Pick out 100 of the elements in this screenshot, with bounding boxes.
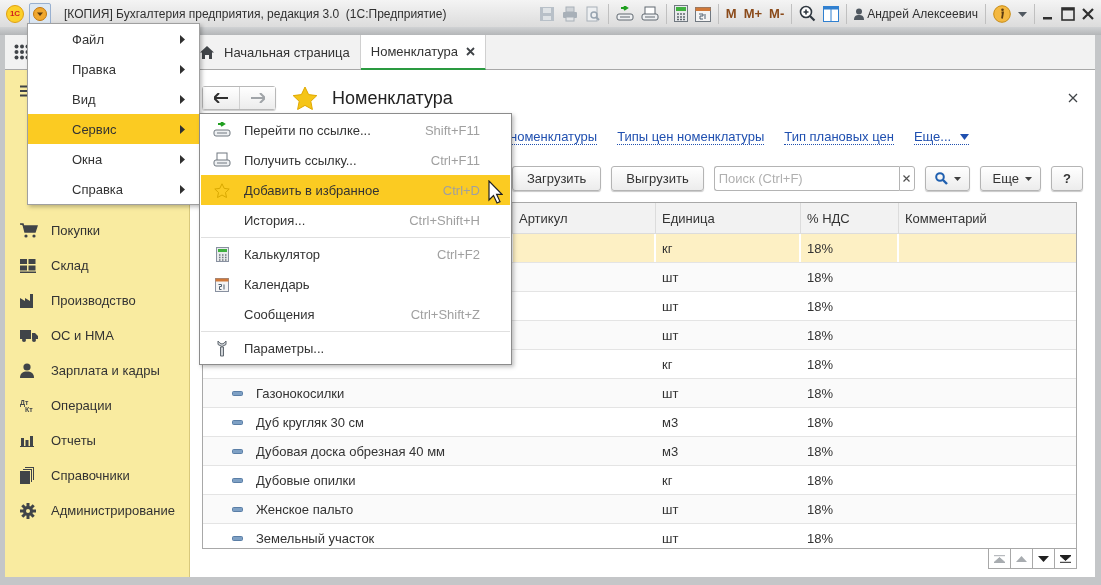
books-icon xyxy=(20,467,34,484)
column-header[interactable]: % НДС xyxy=(801,203,899,233)
column-header[interactable]: Артикул xyxy=(513,203,656,233)
table-cell: Дубовые опилки xyxy=(256,472,356,488)
maximize-icon[interactable] xyxy=(1061,6,1075,21)
search-field[interactable]: Поиск (Ctrl+F) xyxy=(713,166,899,191)
table-cell: шт xyxy=(662,385,679,401)
cart-icon xyxy=(20,223,38,238)
tab[interactable]: Номенклатура xyxy=(360,35,487,70)
sidebar-item[interactable]: Склад xyxy=(5,248,189,283)
mouse-pointer-icon xyxy=(488,180,503,204)
sidebar-item[interactable]: ОС и НМА xyxy=(5,318,189,353)
link-get-icon[interactable] xyxy=(640,5,659,22)
close-icon[interactable] xyxy=(1068,93,1078,103)
link-go-icon[interactable] xyxy=(615,5,634,22)
close-icon[interactable] xyxy=(1082,7,1094,20)
table-cell: Женское пальто xyxy=(256,501,354,517)
star-icon xyxy=(214,182,230,198)
help-button[interactable]: ? xyxy=(1051,166,1083,191)
bar-chart-icon xyxy=(20,434,34,447)
search-icon xyxy=(934,172,948,185)
menu-item[interactable]: Сервис xyxy=(28,114,199,144)
shortcut-label: Shift+F11 xyxy=(424,122,480,138)
scroll-bottom-button[interactable] xyxy=(1054,549,1077,569)
menu-item[interactable]: Добавить в избранное Ctrl+D xyxy=(201,175,510,205)
toolbar-button[interactable]: Загрузить xyxy=(512,166,602,191)
table-cell: 18% xyxy=(807,269,834,285)
shortcut-label: Ctrl+F11 xyxy=(430,152,480,168)
table-cell: шт xyxy=(662,530,679,546)
memory-button[interactable]: M+ xyxy=(743,6,763,21)
sidebar-item[interactable]: Справочники xyxy=(5,458,189,493)
nav-link[interactable]: Типы цен номенклатуры xyxy=(617,129,765,145)
toolbar-button[interactable]: Выгрузить xyxy=(611,166,704,191)
factory-icon xyxy=(20,293,36,308)
menu-item[interactable]: Вид xyxy=(28,84,199,114)
sidebar-item[interactable]: Покупки xyxy=(5,213,189,248)
menu-item[interactable]: Калькулятор Ctrl+F2 xyxy=(201,239,510,269)
home-icon xyxy=(200,45,214,59)
nav-link[interactable]: Тип плановых цен xyxy=(784,129,894,145)
app-logo[interactable]: 1С xyxy=(6,4,24,23)
table-cell: кг xyxy=(662,356,673,372)
table-cell: кг xyxy=(662,240,673,256)
menu-item[interactable]: Окна xyxy=(28,144,199,174)
caret-icon xyxy=(1025,176,1033,181)
menu-item[interactable]: Перейти по ссылке... Shift+F11 xyxy=(201,115,510,145)
menu-item[interactable]: История... Ctrl+Shift+H xyxy=(201,205,510,235)
scroll-bottom-icon xyxy=(1060,554,1071,563)
table-cell: шт xyxy=(662,298,679,314)
table-cell: 18% xyxy=(807,385,834,401)
menu-item[interactable]: Параметры... xyxy=(201,333,510,363)
column-header[interactable]: Комментарий xyxy=(899,203,1076,233)
arrow-left-icon xyxy=(214,93,228,103)
table-cell: м3 xyxy=(662,414,679,430)
sidebar-item[interactable]: Зарплата и кадры xyxy=(5,353,189,388)
table-cell: Дубовая доска обрезная 40 мм xyxy=(256,443,445,459)
gear-icon xyxy=(20,502,36,519)
table-cell: шт xyxy=(662,269,679,285)
calendar-icon xyxy=(215,276,229,292)
table-cell: м3 xyxy=(662,443,679,459)
memory-button[interactable]: M xyxy=(725,6,737,21)
link-go-icon xyxy=(213,122,231,138)
calculator-icon xyxy=(215,246,229,262)
caret-icon xyxy=(960,133,970,140)
sidebar-item[interactable]: Производство xyxy=(5,283,189,318)
more-link[interactable]: Еще... xyxy=(913,129,970,145)
memory-button[interactable]: M- xyxy=(769,6,785,21)
caret-icon xyxy=(33,6,47,21)
user-name[interactable]: Андрей Алексеевич xyxy=(867,6,978,21)
table-cell: 18% xyxy=(807,356,834,372)
sidebar-item[interactable]: Администрирование xyxy=(5,493,189,528)
table-cell: 18% xyxy=(807,298,834,314)
caret-icon[interactable] xyxy=(1018,10,1027,17)
window-title: [КОПИЯ] Бухгалтерия предприятия, редакция 3.0 (1С:Предприятие) xyxy=(64,6,447,21)
info-icon[interactable] xyxy=(993,4,1011,23)
menu-item[interactable]: Справка xyxy=(28,174,199,204)
menu-item[interactable]: Сообщения Ctrl+Shift+Z xyxy=(201,299,510,329)
table-cell: 18% xyxy=(807,327,834,343)
panel-icon[interactable] xyxy=(823,5,840,22)
shortcut-label: Ctrl+Shift+H xyxy=(409,212,480,228)
table-cell: кг xyxy=(662,472,673,488)
main-menu-button[interactable] xyxy=(29,2,51,25)
more-button[interactable]: Еще xyxy=(979,166,1042,191)
back-button[interactable] xyxy=(203,87,239,109)
sidebar-item[interactable]: Отчеты xyxy=(5,423,189,458)
menu-item[interactable]: Календарь xyxy=(201,269,510,299)
user-icon xyxy=(854,7,865,20)
close-icon[interactable] xyxy=(466,47,476,56)
star-icon[interactable] xyxy=(292,86,318,110)
grid-icon xyxy=(20,258,36,273)
calendar-icon[interactable] xyxy=(694,5,711,22)
calculator-icon[interactable] xyxy=(673,5,688,22)
menu-item[interactable]: Получить ссылку... Ctrl+F11 xyxy=(201,145,510,175)
scroll-top-icon xyxy=(994,554,1005,563)
table-cell: Земельный участок xyxy=(256,530,375,546)
table-cell: 18% xyxy=(807,530,834,546)
column-header[interactable]: Единица xyxy=(656,203,801,233)
shortcut-label: Ctrl+D xyxy=(442,182,480,198)
search-button[interactable] xyxy=(924,166,970,191)
zoom-icon[interactable] xyxy=(799,5,817,22)
shortcut-label: Ctrl+Shift+Z xyxy=(410,306,480,322)
